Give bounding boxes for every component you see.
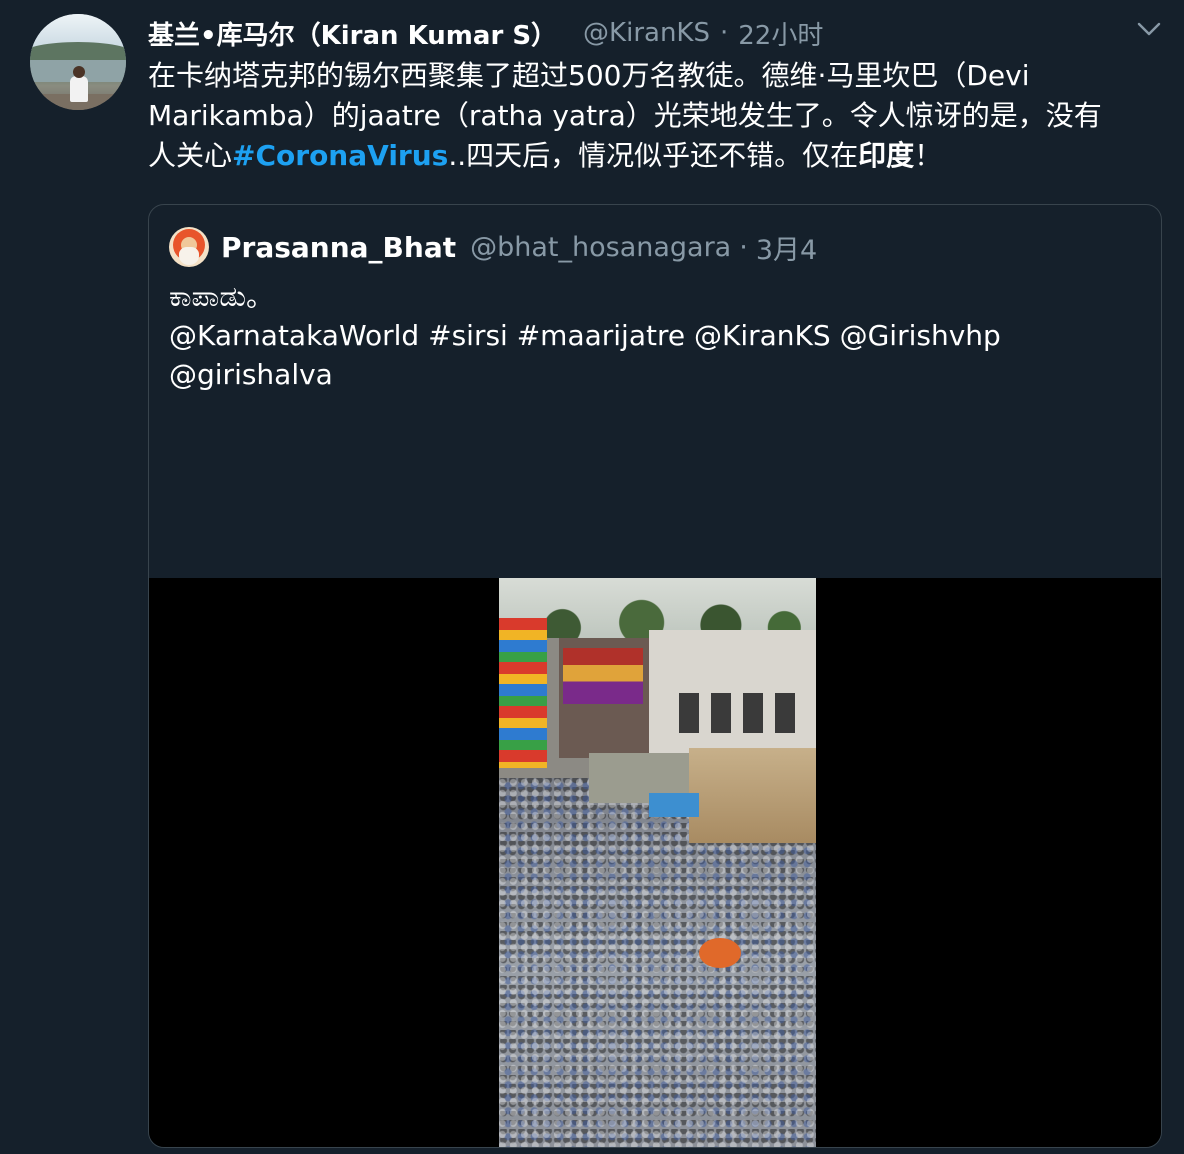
quoted-tweet-header: Prasanna_Bhat @bhat_hosanagara · 3月4 [221, 227, 817, 267]
video-banner [499, 618, 547, 768]
quoted-text-line: ಕಾಪಾಡು。 [169, 280, 275, 313]
quoted-header-separator: · [739, 231, 748, 263]
tweet-text-segment: ..四天后，情况似乎还不错。仅在 [448, 139, 859, 172]
avatar-person-body [70, 76, 88, 102]
video-thumbnail[interactable] [499, 578, 816, 1147]
display-name[interactable]: 基兰•库马尔（Kiran Kumar S） [148, 15, 557, 52]
header-separator: · [719, 18, 729, 48]
quoted-user-avatar[interactable] [169, 227, 209, 267]
tweet-text-line: 在卡纳塔克邦的锡尔西聚集了超过500万名教徒。德维·马里坎巴（Devi [148, 59, 1030, 92]
quoted-display-name[interactable]: Prasanna_Bhat [221, 231, 456, 264]
tweet-timestamp[interactable]: 22小时 [738, 15, 823, 52]
tweet-text: 在卡纳塔克邦的锡尔西聚集了超过500万名教徒。德维·马里坎巴（Devi Mari… [148, 56, 1158, 176]
tweet-text-line: 人关心#CoronaVirus..四天后，情况似乎还不错。仅在印度！ [148, 136, 1158, 176]
video-awning [689, 748, 816, 843]
tweet-text-segment: 人关心 [148, 139, 233, 172]
quoted-avatar-beard [179, 247, 199, 265]
avatar-person-head [73, 66, 85, 78]
video-shop-sign [563, 648, 643, 704]
video-windows [679, 693, 799, 733]
hashtag-link[interactable]: #CoronaVirus [232, 139, 448, 172]
tweet-text-segment: ！ [914, 139, 943, 172]
quoted-tweet-card[interactable]: Prasanna_Bhat @bhat_hosanagara · 3月4 ಕಾಪ… [148, 204, 1162, 1148]
tweet-text-bold: 印度 [858, 139, 915, 172]
video-player[interactable] [149, 578, 1161, 1147]
quoted-text-line: @girishalva [169, 358, 333, 391]
quoted-text-line: @KarnatakaWorld #sirsi #maarijatre @Kira… [169, 319, 1001, 352]
quoted-tweet-date[interactable]: 3月4 [756, 228, 817, 267]
tweet-header: 基兰•库马尔（Kiran Kumar S） @KiranKS · 22小时 [148, 14, 823, 52]
tweet-text-line: Marikamba）的jaatre（ratha yatra）光荣地发生了。令人惊… [148, 99, 1102, 132]
user-handle[interactable]: @KiranKS [583, 18, 710, 48]
quoted-tweet-text: ಕಾಪಾಡು。 @KarnatakaWorld #sirsi #maarijat… [169, 277, 1139, 394]
video-umbrella [699, 938, 741, 968]
user-avatar[interactable] [30, 14, 126, 110]
chevron-down-icon[interactable] [1136, 18, 1162, 40]
video-tarp [649, 793, 699, 817]
quoted-user-handle[interactable]: @bhat_hosanagara [470, 232, 731, 263]
